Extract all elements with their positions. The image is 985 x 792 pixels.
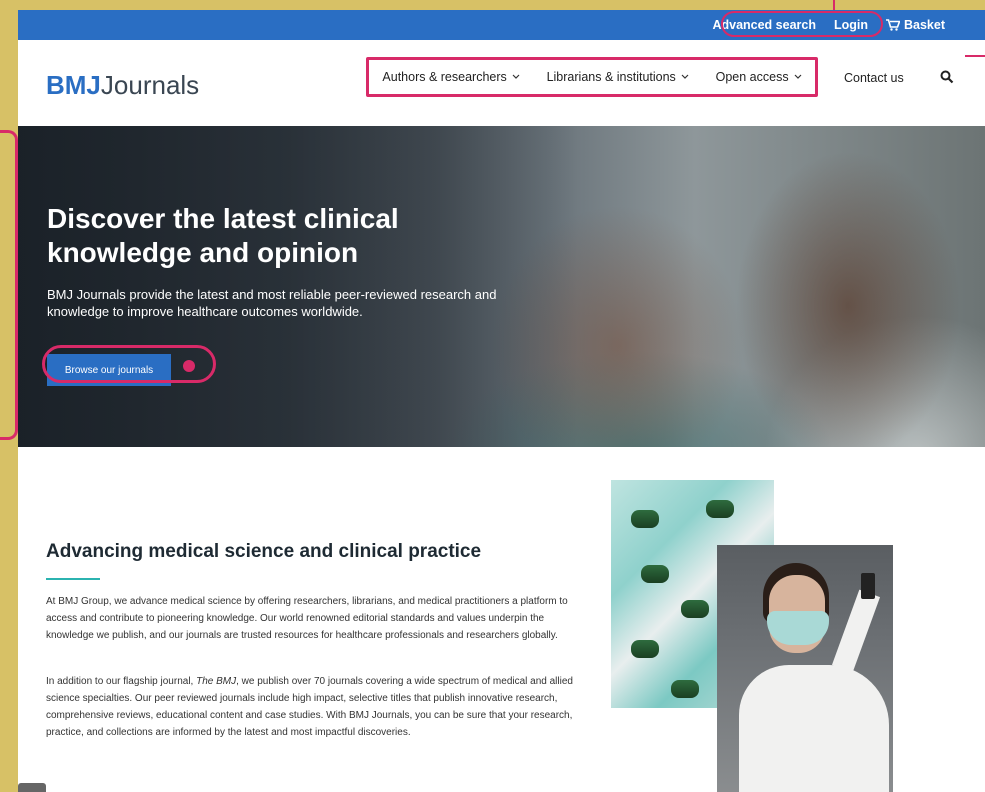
lab-coat bbox=[739, 665, 889, 792]
pill-shape bbox=[706, 500, 734, 518]
pill-shape bbox=[631, 640, 659, 658]
pill-shape bbox=[641, 565, 669, 583]
highlight-advanced-login bbox=[721, 11, 883, 37]
chevron-down-icon bbox=[512, 74, 520, 79]
basket-label: Basket bbox=[904, 18, 945, 32]
cart-icon bbox=[886, 19, 900, 31]
hero-subtitle: BMJ Journals provide the latest and most… bbox=[47, 287, 497, 319]
logo-bmj: BMJ bbox=[46, 70, 101, 100]
search-icon[interactable] bbox=[940, 70, 954, 84]
flagship-journal-name: The BMJ bbox=[196, 676, 237, 687]
pill-shape bbox=[671, 680, 699, 698]
nav-open-access[interactable]: Open access bbox=[716, 70, 802, 84]
nav-librarians-institutions[interactable]: Librarians & institutions bbox=[547, 70, 689, 84]
doctor-image bbox=[717, 545, 893, 792]
nav-label: Open access bbox=[715, 70, 789, 84]
section-paragraph-2: In addition to our flagship journal, The… bbox=[46, 673, 576, 741]
bottom-tab bbox=[18, 783, 46, 792]
highlight-line bbox=[965, 55, 985, 57]
pill-shape bbox=[631, 510, 659, 528]
logo-journals: Journals bbox=[100, 70, 200, 100]
hero-title: Discover the latest clinical knowledge a… bbox=[47, 203, 399, 268]
phone bbox=[861, 573, 875, 599]
hero-banner: Discover the latest clinical knowledge a… bbox=[18, 126, 985, 447]
chevron-down-icon bbox=[681, 74, 689, 79]
arm bbox=[831, 589, 881, 673]
chevron-down-icon bbox=[794, 74, 802, 79]
highlight-line bbox=[833, 0, 835, 10]
bmj-journals-logo[interactable]: BMJJournals bbox=[46, 70, 199, 101]
section-divider bbox=[46, 578, 100, 580]
nav-authors-researchers[interactable]: Authors & researchers bbox=[382, 70, 520, 84]
site-header: BMJJournals Authors & researchers Librar… bbox=[18, 40, 985, 126]
para2-text: In addition to our flagship journal, bbox=[46, 676, 197, 687]
highlight-dot bbox=[183, 360, 195, 372]
contact-us-link[interactable]: Contact us bbox=[844, 71, 904, 85]
nav-label: Authors & researchers bbox=[382, 70, 507, 84]
pill-shape bbox=[681, 600, 709, 618]
frame-top bbox=[0, 0, 985, 10]
basket-link[interactable]: Basket bbox=[886, 18, 945, 32]
main-nav: Authors & researchers Librarians & insti… bbox=[366, 57, 818, 97]
section-title: Advancing medical science and clinical p… bbox=[46, 541, 482, 562]
section-paragraph-1: At BMJ Group, we advance medical science… bbox=[46, 596, 568, 641]
highlight-left-bracket bbox=[0, 130, 18, 440]
nav-label: Librarians & institutions bbox=[546, 70, 676, 84]
face-mask bbox=[767, 611, 829, 645]
